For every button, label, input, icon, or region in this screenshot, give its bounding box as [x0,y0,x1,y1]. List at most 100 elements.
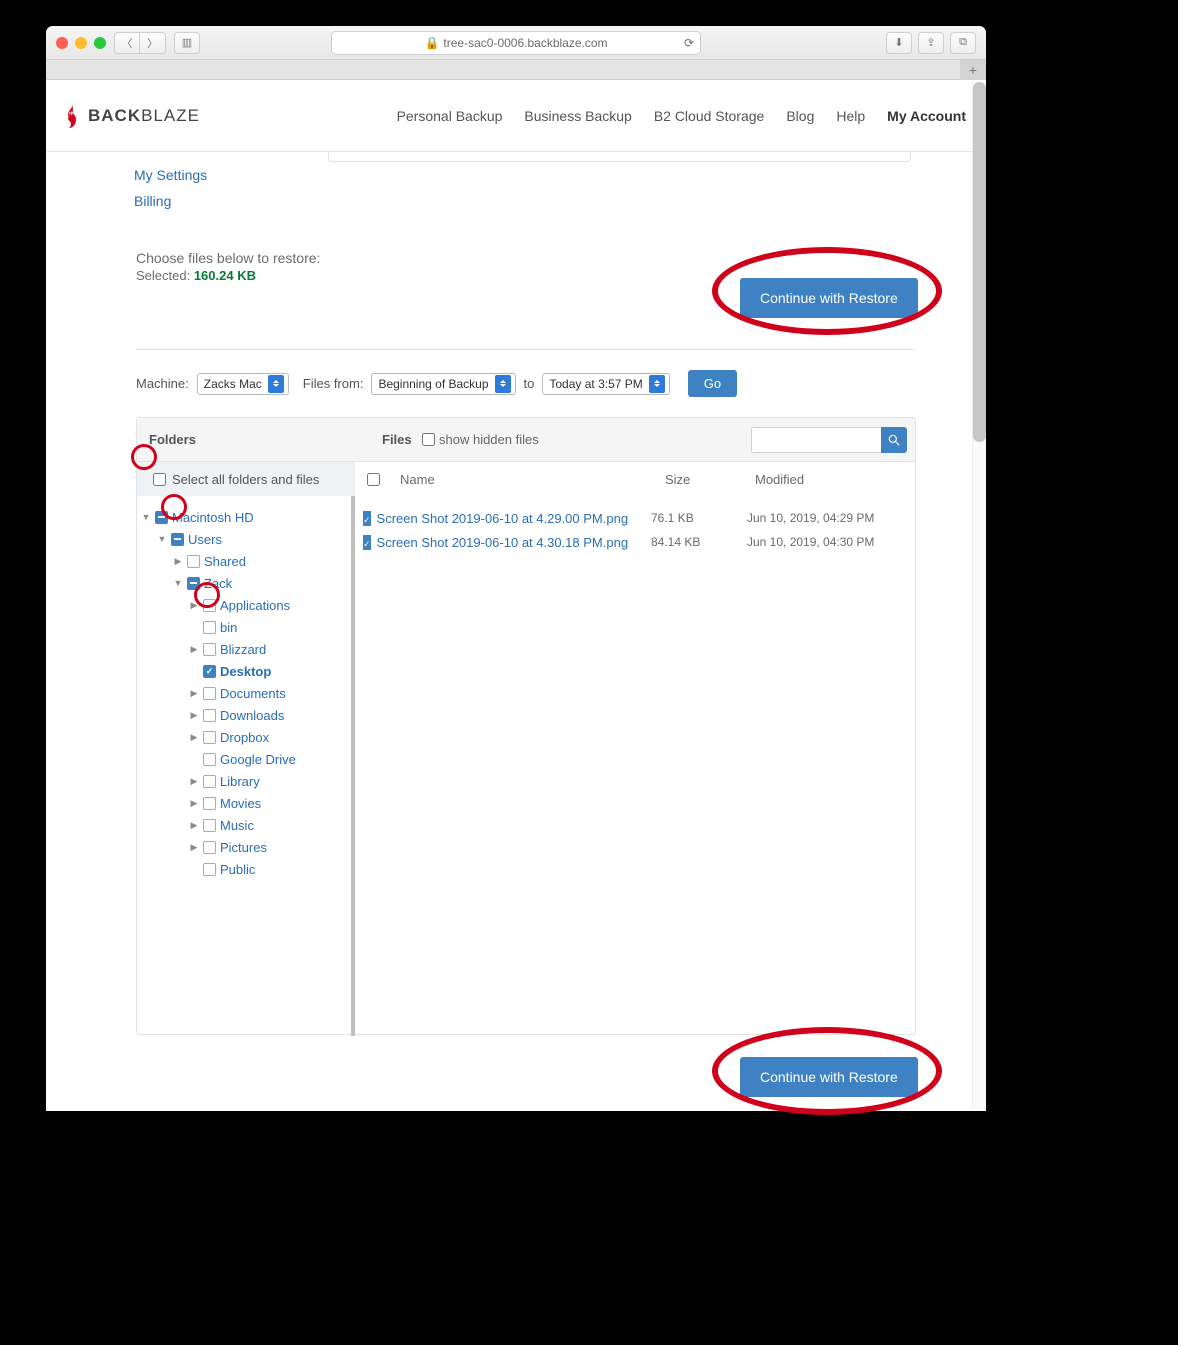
checkbox[interactable] [203,731,216,744]
page-content: My Settings Billing Choose files below t… [46,152,986,182]
tree-node-documents[interactable]: ▶Documents [137,682,347,704]
search-button[interactable] [881,427,907,453]
show-hidden-label: show hidden files [439,432,539,447]
file-browser: Folders Files show hidden files Select a… [136,417,916,1035]
checkbox[interactable] [187,555,200,568]
share-button[interactable]: ⇪ [918,32,944,54]
page-scrollbar[interactable] [972,82,986,1110]
file-browser-header: Folders Files show hidden files [137,418,915,462]
close-window-icon[interactable] [56,37,68,49]
tree-node-music[interactable]: ▶Music [137,814,347,836]
nav-my-account[interactable]: My Account [887,108,966,124]
downloads-button[interactable]: ⬇ [886,32,912,54]
tree-node-desktop[interactable]: Desktop [137,660,347,682]
files-from-label: Files from: [303,376,364,391]
column-name: Name [380,472,665,487]
nav-business-backup[interactable]: Business Backup [524,108,631,124]
nav-help[interactable]: Help [836,108,865,124]
zoom-window-icon[interactable] [94,37,106,49]
show-hidden-checkbox[interactable] [422,433,435,446]
search-control [751,427,907,453]
file-row[interactable]: Screen Shot 2019-06-10 at 4.29.00 PM.png… [363,506,907,530]
files-header-checkbox[interactable] [367,473,380,486]
side-nav-billing[interactable]: Billing [134,188,207,214]
file-name[interactable]: Screen Shot 2019-06-10 at 4.29.00 PM.png [377,511,645,526]
checkbox-indeterminate[interactable] [155,511,168,524]
tree-node-macintosh-hd[interactable]: ▼Macintosh HD [137,506,347,528]
tree-node-downloads[interactable]: ▶Downloads [137,704,347,726]
checkbox[interactable] [203,797,216,810]
continue-restore-button-bottom[interactable]: Continue with Restore [740,1057,918,1097]
tree-node-dropbox[interactable]: ▶Dropbox [137,726,347,748]
files-heading: Files [382,432,412,447]
file-row[interactable]: Screen Shot 2019-06-10 at 4.30.18 PM.png… [363,530,907,554]
panel-bottom-edge [328,152,911,162]
checkbox-indeterminate[interactable] [187,577,200,590]
tree-node-zack[interactable]: ▼Zack [137,572,347,594]
address-bar[interactable]: 🔒 tree-sac0-0006.backblaze.com ⟳ [331,31,701,55]
go-button[interactable]: Go [688,370,737,397]
column-modified: Modified [755,472,915,487]
tree-node-shared[interactable]: ▶Shared [137,550,347,572]
reload-icon[interactable]: ⟳ [684,36,694,50]
tree-node-users[interactable]: ▼Users [137,528,347,550]
checkbox[interactable] [203,863,216,876]
checkbox[interactable] [203,819,216,832]
brand-logo[interactable]: BACKBLAZE [62,102,200,130]
nav-back-forward: 〈 〉 [114,32,166,54]
select-all-row[interactable]: Select all folders and files [137,462,355,496]
file-name[interactable]: Screen Shot 2019-06-10 at 4.30.18 PM.png [377,535,645,550]
nav-b2-cloud[interactable]: B2 Cloud Storage [654,108,765,124]
files-to-select[interactable]: Today at 3:57 PM [542,373,669,395]
sidebar-toggle-button[interactable]: ▥ [174,32,200,54]
checkbox-checked[interactable] [203,665,216,678]
window-controls[interactable] [56,37,106,49]
tree-node-applications[interactable]: ▶Applications [137,594,347,616]
tree-node-blizzard[interactable]: ▶Blizzard [137,638,347,660]
tree-node-library[interactable]: ▶Library [137,770,347,792]
checkbox[interactable] [203,687,216,700]
tree-node-public[interactable]: Public [137,858,347,880]
select-caret-icon [649,375,665,393]
checkbox[interactable] [203,709,216,722]
checkbox[interactable] [203,775,216,788]
file-checkbox[interactable] [363,511,371,526]
checkbox[interactable] [203,621,216,634]
selected-value: 160.24 KB [194,268,256,283]
brand-name: BACKBLAZE [88,106,200,126]
files-from-select[interactable]: Beginning of Backup [371,373,515,395]
select-all-label: Select all folders and files [172,472,319,487]
tree-node-pictures[interactable]: ▶Pictures [137,836,347,858]
checkbox[interactable] [203,599,216,612]
file-checkbox[interactable] [363,535,371,550]
tree-node-bin[interactable]: bin [137,616,347,638]
to-label: to [524,376,535,391]
new-tab-button[interactable]: + [960,60,986,80]
checkbox[interactable] [203,643,216,656]
tree-node-movies[interactable]: ▶Movies [137,792,347,814]
machine-select[interactable]: Zacks Mac [197,373,289,395]
minimize-window-icon[interactable] [75,37,87,49]
show-hidden-toggle[interactable]: show hidden files [422,432,539,447]
top-nav: Personal Backup Business Backup B2 Cloud… [397,108,966,124]
folders-heading: Folders [149,432,196,447]
tree-node-google-drive[interactable]: Google Drive [137,748,347,770]
nav-blog[interactable]: Blog [786,108,814,124]
search-input[interactable] [751,427,881,453]
column-size: Size [665,472,755,487]
back-button[interactable]: 〈 [114,32,140,54]
nav-personal-backup[interactable]: Personal Backup [397,108,503,124]
continue-restore-button-top[interactable]: Continue with Restore [740,278,918,318]
checkbox-indeterminate[interactable] [171,533,184,546]
select-all-checkbox[interactable] [153,473,166,486]
side-nav: My Settings Billing [134,162,207,214]
tabs-button[interactable]: ⧉ [950,32,976,54]
flame-icon [62,104,82,132]
forward-button[interactable]: 〉 [140,32,166,54]
side-nav-my-settings[interactable]: My Settings [134,162,207,188]
scrollbar-thumb[interactable] [973,82,986,442]
selected-label: Selected: [136,268,190,283]
checkbox[interactable] [203,841,216,854]
checkbox[interactable] [203,753,216,766]
tab-strip: + [46,60,986,80]
